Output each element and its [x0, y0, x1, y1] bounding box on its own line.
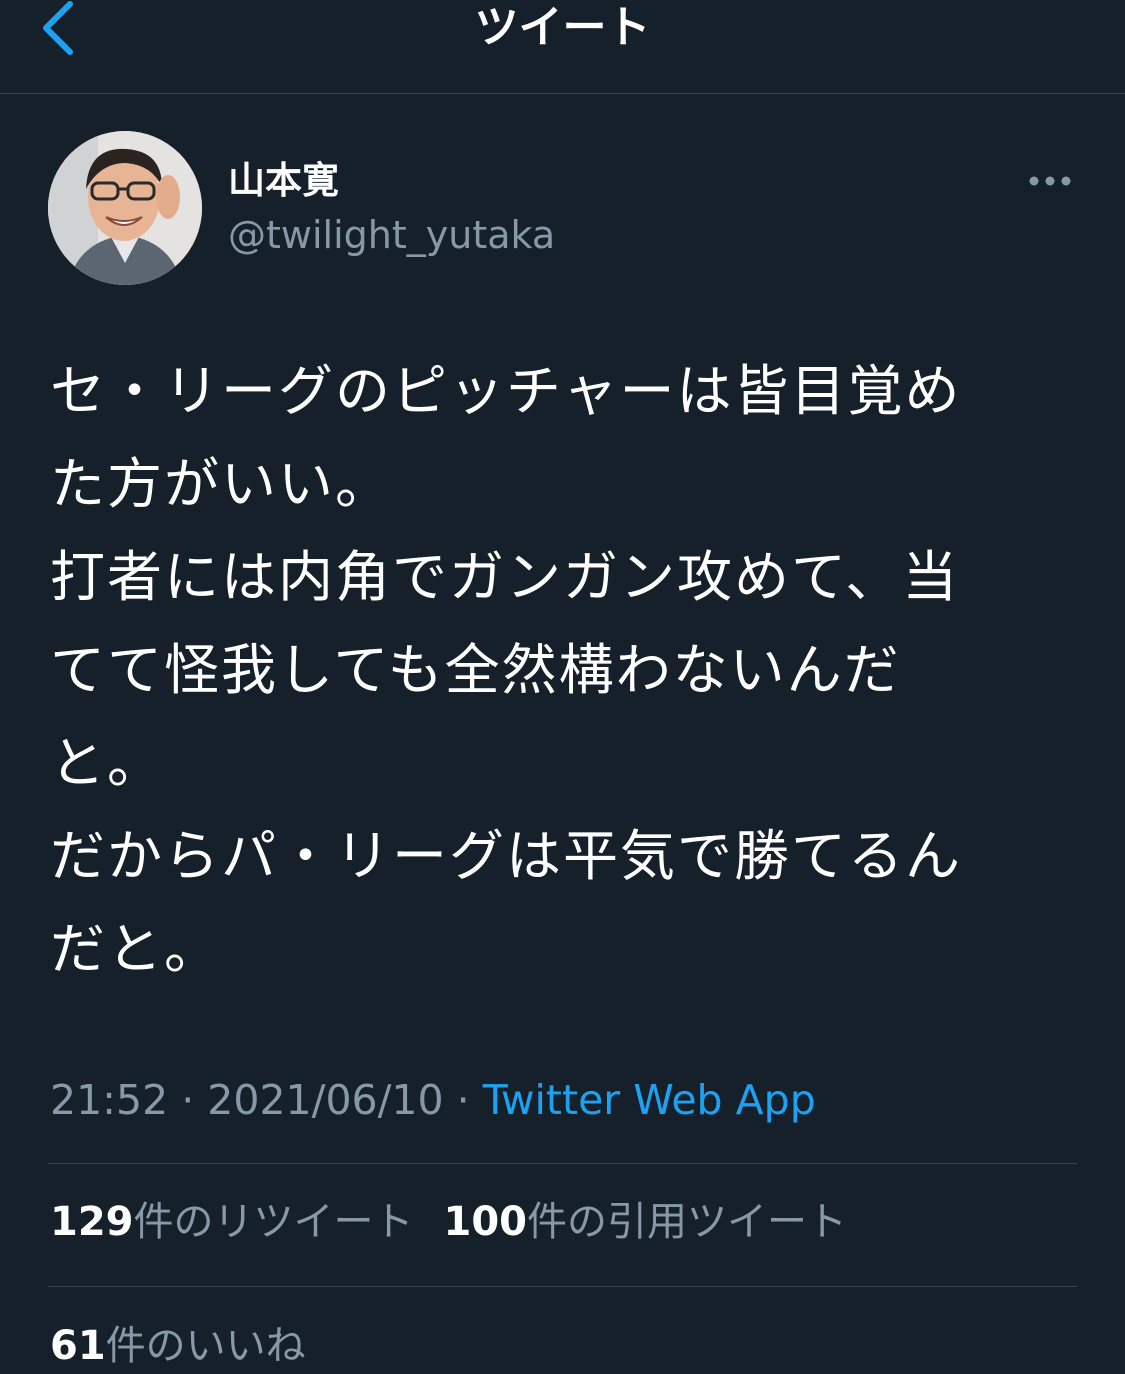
top-bar: ツイート: [0, 0, 1125, 94]
author-handle[interactable]: @twilight_yutaka: [228, 212, 555, 258]
retweets-stat[interactable]: 129件のリツイート: [50, 1199, 414, 1245]
divider: [48, 1163, 1077, 1164]
author-name[interactable]: 山本寛: [228, 158, 339, 204]
retweet-label: 件のリツイート: [133, 1199, 414, 1245]
quote-label: 件の引用ツイート: [527, 1199, 847, 1245]
tweet-source-link[interactable]: Twitter Web App: [483, 1076, 816, 1124]
like-count: 61: [50, 1323, 106, 1369]
meta-separator: ·: [456, 1076, 470, 1124]
like-label: 件のいいね: [105, 1323, 306, 1369]
retweet-count: 129: [50, 1199, 134, 1245]
tweet-meta: 21:52 · 2021/06/10 · Twitter Web App: [50, 1072, 816, 1128]
avatar[interactable]: [48, 131, 202, 285]
likes-stat[interactable]: 61件のいいね: [50, 1323, 306, 1369]
page-title: ツイート: [474, 2, 651, 53]
stats-row: 129件のリツイート 100件の引用ツイート: [50, 1194, 847, 1250]
quotes-stat[interactable]: 100件の引用ツイート: [444, 1199, 848, 1245]
more-button[interactable]: [1024, 166, 1076, 196]
divider: [48, 1286, 1077, 1287]
meta-separator: ·: [181, 1076, 195, 1124]
tweet-text: セ・リーグのピッチャーは皆目覚め た方がいい。 打者には内角でガンガン攻めて、当…: [50, 359, 963, 981]
tweet-time: 21:52: [50, 1076, 169, 1124]
likes-row: 61件のいいね: [50, 1318, 306, 1374]
quote-count: 100: [443, 1199, 528, 1245]
tweet-date: 2021/06/10: [207, 1076, 444, 1124]
avatar-photo: [48, 131, 202, 285]
more-horizontal-icon: [1029, 176, 1071, 186]
